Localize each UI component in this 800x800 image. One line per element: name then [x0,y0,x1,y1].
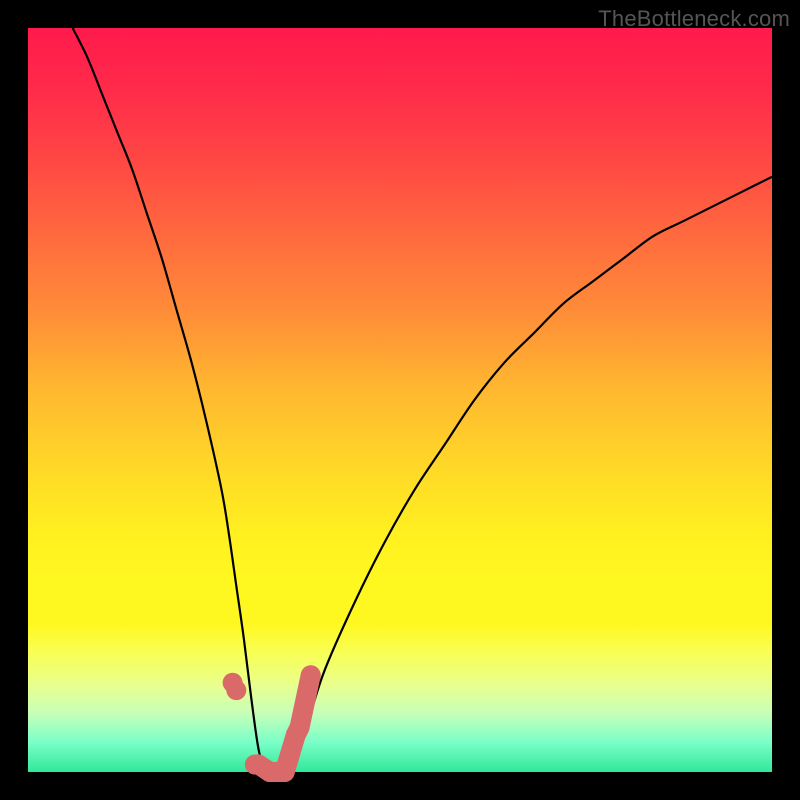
valley-markers [223,665,321,782]
chart-svg [28,28,772,772]
chart-container: TheBottleneck.com [0,0,800,800]
marker-dot [275,762,295,782]
marker-dot [301,665,321,685]
marker-dot [226,680,246,700]
plot-area [28,28,772,772]
curve-path [73,28,772,774]
bottleneck-curve [73,28,772,774]
marker-dot [290,717,310,737]
watermark-text: TheBottleneck.com [598,6,790,32]
